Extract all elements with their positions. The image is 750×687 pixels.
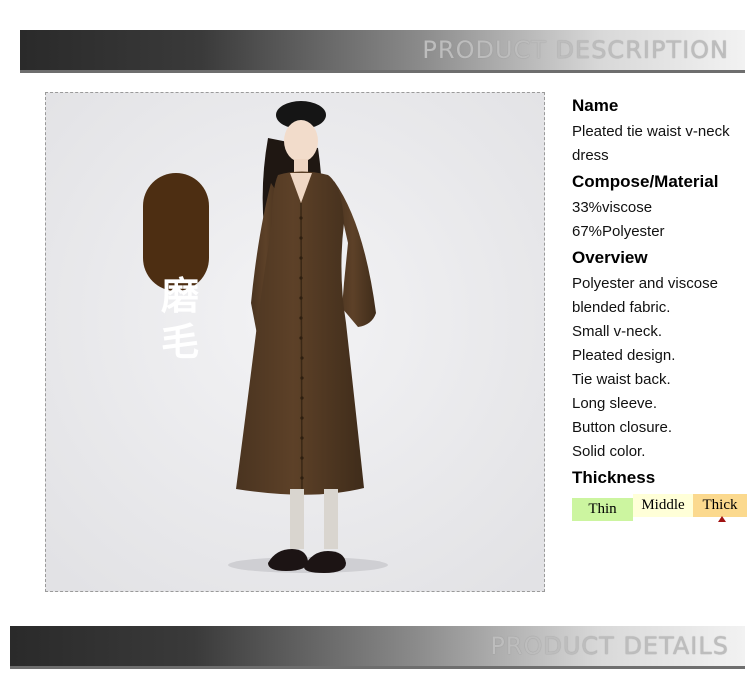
overview-line: Long sleeve.	[572, 395, 658, 412]
overview-line: Button closure.	[572, 419, 673, 436]
overview-line: Polyester and viscose	[572, 275, 718, 292]
overview-line: Pleated design.	[572, 347, 676, 364]
product-info: Name Pleated tie waist v-neck dress Comp…	[572, 96, 750, 492]
overview-heading: Overview	[572, 248, 648, 267]
name-value: Pleated tie waist v-neck	[572, 123, 730, 140]
material-heading: Compose/Material	[572, 172, 719, 191]
thickness-thin: Thin	[572, 498, 633, 521]
brushed-badge-text: 磨 毛	[160, 274, 199, 364]
overview-line: Tie waist back.	[572, 371, 671, 388]
overview-line: Small v-neck.	[572, 323, 663, 340]
product-description-banner: PRODUCT DESCRIPTION	[20, 30, 745, 73]
selected-thickness-marker-icon	[718, 516, 726, 522]
name-heading: Name	[572, 96, 619, 115]
banner-title: PRODUCT DETAILS	[490, 632, 729, 660]
product-details-banner: PRODUCT DETAILS	[10, 626, 745, 669]
thickness-heading: Thickness	[572, 468, 656, 487]
overview-line: Solid color.	[572, 443, 646, 460]
overview-line: blended fabric.	[572, 299, 671, 316]
model-illustration	[46, 93, 544, 591]
banner-title: PRODUCT DESCRIPTION	[422, 36, 729, 64]
thickness-scale: Thin Middle Thick	[572, 494, 747, 522]
product-photo: 磨 毛	[45, 92, 545, 592]
material-value: 33%viscose	[572, 199, 653, 216]
thickness-middle: Middle	[633, 494, 693, 517]
material-value: 67%Polyester	[572, 223, 665, 240]
thickness-thick: Thick	[693, 494, 747, 517]
name-value: dress	[572, 147, 609, 164]
